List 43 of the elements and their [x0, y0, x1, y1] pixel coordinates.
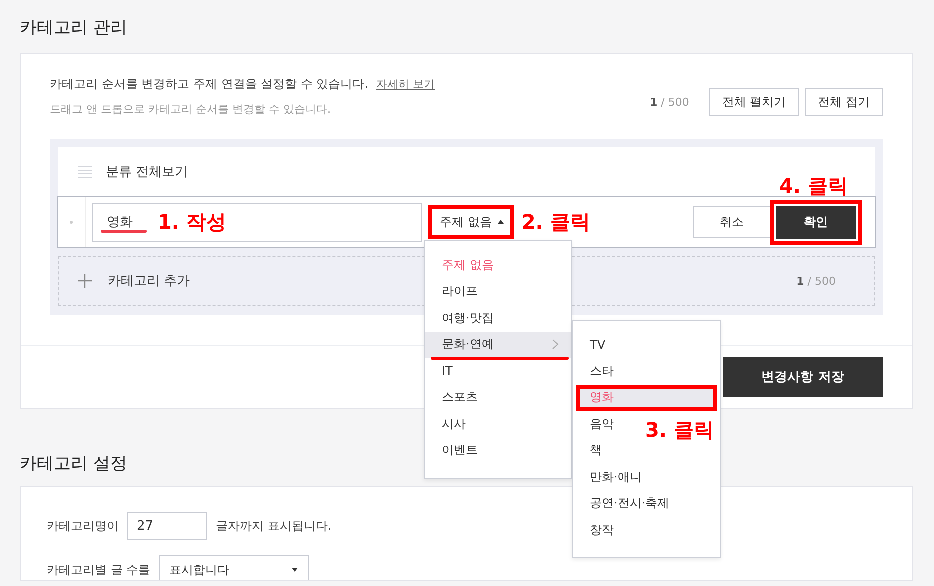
section-title: 카테고리 설정 [20, 453, 128, 476]
confirm-button[interactable]: 확인 [776, 206, 856, 238]
outline-button[interactable]: 전체 접기 [805, 88, 883, 116]
plus-icon [78, 274, 92, 288]
help-link[interactable]: 자세히 보기 [376, 77, 436, 92]
category-name: 분류 전체보기 [106, 164, 188, 180]
menu-item[interactable]: 책 [573, 438, 614, 464]
description-text: 카테고리 순서를 변경하고 주제 연결을 설정할 수 있습니다. [50, 76, 369, 93]
menu-item[interactable]: IT [425, 358, 571, 384]
setting-label: 카테고리별 글 수를 [47, 562, 151, 578]
length-field[interactable]: 27 [127, 512, 207, 540]
menu-item[interactable]: 시사 [425, 411, 571, 438]
save-button[interactable]: 변경사항 저장 [723, 357, 883, 397]
menu-item[interactable]: 창작 [573, 517, 626, 544]
menu-item[interactable]: TV [573, 332, 618, 358]
add-category-label: 카테고리 추가 [108, 273, 192, 290]
menu-item[interactable]: 문화·연예 [425, 332, 571, 358]
caret-icon [292, 568, 298, 572]
menu-item[interactable]: 라이프 [425, 278, 571, 305]
menu-item[interactable]: 스포츠 [425, 384, 571, 411]
chevron-right-icon [552, 339, 559, 350]
caret-icon [498, 220, 504, 224]
outline-button[interactable]: 전체 펼치기 [709, 88, 800, 116]
menu-item[interactable]: 이벤트 [425, 438, 571, 464]
annotation-label: 1. 작성 [158, 208, 226, 236]
section-title: 카테고리 관리 [20, 17, 128, 40]
setting-label: 카테고리명이 [47, 518, 119, 534]
post-count-select[interactable]: 표시합니다 [158, 555, 309, 580]
annotation-label: 2. 클릭 [522, 208, 590, 236]
menu-item[interactable]: 만화·애니 [573, 464, 654, 490]
menu-item[interactable]: 음악 [573, 411, 626, 438]
category-counter: 1 / 500 [650, 96, 690, 108]
menu-item[interactable]: 스타 [573, 358, 626, 384]
drag-dot-icon [70, 220, 73, 224]
setting-label: 글자까지 표시됩니다. [216, 518, 332, 534]
annotation-label: 4. 클릭 [780, 172, 848, 200]
hint-text: 드래그 앤 드롭으로 카테고리 순서를 변경할 수 있습니다. [50, 102, 332, 117]
category-counter: 1 / 500 [796, 274, 836, 288]
cancel-button[interactable]: 취소 [693, 206, 771, 238]
annotation-label: 3. 클릭 [646, 417, 714, 444]
menu-item[interactable]: 공연·전시·축제 [573, 490, 682, 517]
menu-item[interactable]: 여행·맛집 [425, 305, 571, 332]
drag-handle-icon[interactable] [78, 166, 92, 178]
